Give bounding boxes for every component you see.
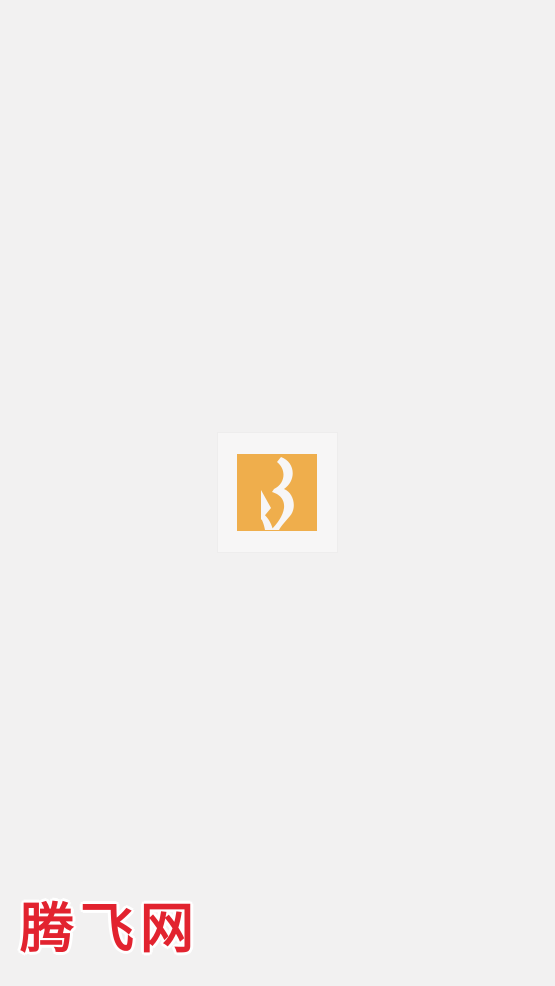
watermark-text: 腾飞网	[20, 896, 200, 960]
brand-b-logo-icon	[237, 454, 317, 531]
site-watermark: 腾飞网	[20, 888, 200, 968]
splash-screen: 腾飞网	[0, 0, 555, 986]
app-logo-tile	[218, 433, 337, 552]
